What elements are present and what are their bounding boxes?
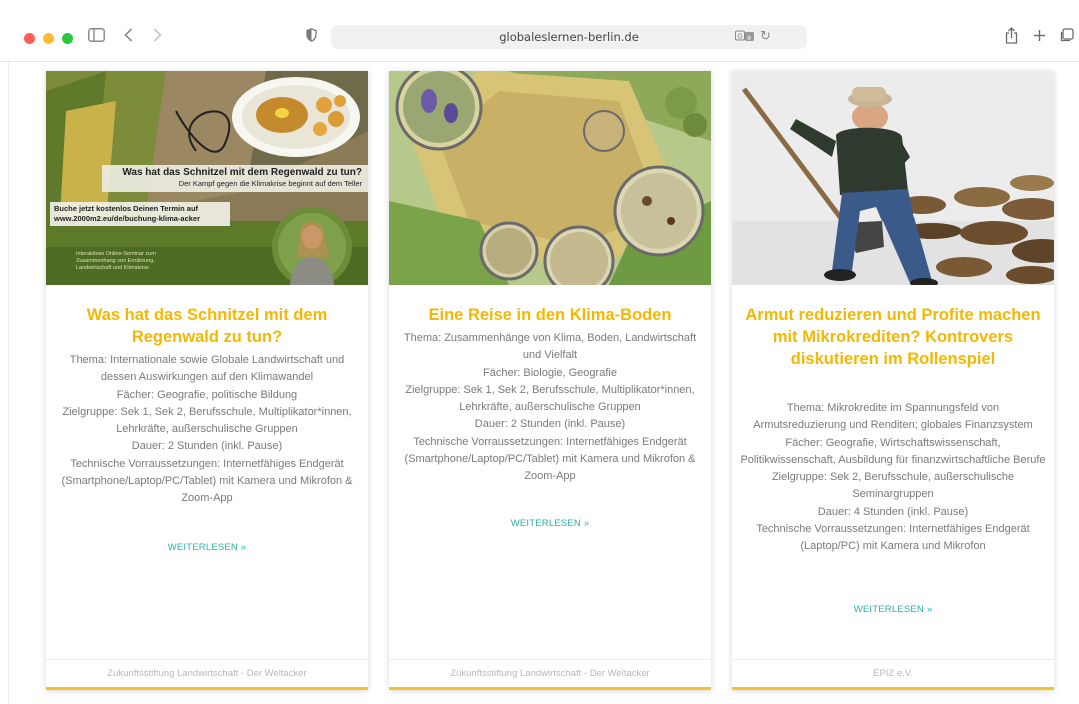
card-duration: Dauer: 4 Stunden (inkl. Pause) <box>817 505 969 518</box>
svg-text:G: G <box>737 33 742 41</box>
card-footer-provider: Zukunftsstiftung Landwirtschaft - Der We… <box>389 659 711 687</box>
card-description: Thema: Internationale sowie Globale Land… <box>54 352 360 508</box>
card-image-mikrokredite[interactable] <box>732 71 1054 285</box>
card-duration: Dauer: 2 Stunden (inkl. Pause) <box>474 418 626 431</box>
read-more-link[interactable]: WEITERLESEN » <box>389 518 711 529</box>
privacy-shield-icon[interactable] <box>304 24 318 46</box>
card-audience: Zielgruppe: Sek 2, Berufsschule, außersc… <box>771 471 1015 501</box>
card-description: Thema: Mikrokredite im Spannungsfeld von… <box>740 400 1046 556</box>
page-edge <box>8 62 9 704</box>
address-bar[interactable]: globaleslernen-berlin.de Ga ↻ <box>331 25 807 49</box>
card-footer-provider: EPIZ e.V. <box>732 659 1054 687</box>
card-title[interactable]: Was hat das Schnitzel mit dem Regenwald … <box>58 304 356 348</box>
translate-icon[interactable]: Ga <box>735 30 755 45</box>
zoom-window-button[interactable] <box>62 33 73 44</box>
image-headline: Was hat das Schnitzel mit dem Regenwald … <box>102 165 368 192</box>
reload-icon[interactable]: ↻ <box>760 28 771 44</box>
card-audience: Zielgruppe: Sek 1, Sek 2, Berufsschule, … <box>405 383 695 414</box>
card-footer-provider: Zukunftsstiftung Landwirtschaft - Der We… <box>46 659 368 687</box>
card-subjects: Fächer: Biologie, Geografie <box>483 366 617 379</box>
card-requirements: Technische Vorraussetzungen: Internetfäh… <box>61 457 353 505</box>
close-window-button[interactable] <box>24 33 35 44</box>
new-tab-icon[interactable] <box>1031 24 1047 46</box>
card-title[interactable]: Eine Reise in den Klima-Boden <box>401 304 699 326</box>
card-topic: Thema: Zusammenhänge von Klima, Boden, L… <box>403 332 697 362</box>
card-subjects: Fächer: Geografie, Wirtschaftswissenscha… <box>740 436 1046 466</box>
back-icon[interactable] <box>121 24 135 46</box>
card-requirements: Technische Vorraussetzungen: Internetfäh… <box>404 435 696 483</box>
window-controls <box>24 33 73 44</box>
card-audience: Zielgruppe: Sek 1, Sek 2, Berufsschule, … <box>62 405 352 436</box>
card-description: Thema: Zusammenhänge von Klima, Boden, L… <box>397 330 703 486</box>
read-more-link[interactable]: WEITERLESEN » <box>732 604 1054 615</box>
tab-overview-icon[interactable] <box>1058 24 1074 46</box>
minimize-window-button[interactable] <box>43 33 54 44</box>
card-topic: Thema: Mikrokredite im Spannungsfeld von… <box>753 402 1033 432</box>
svg-text:a: a <box>747 33 751 41</box>
share-icon[interactable] <box>1003 24 1019 46</box>
image-booking-note: Buche jetzt kostenlos Deinen Termin auf … <box>50 202 230 226</box>
card-duration: Dauer: 2 Stunden (inkl. Pause) <box>131 440 283 453</box>
card-requirements: Technische Vorraussetzungen: Internetfäh… <box>756 523 1030 553</box>
forward-icon[interactable] <box>150 24 164 46</box>
course-card-klima-boden: Eine Reise in den Klima-Boden Thema: Zus… <box>389 71 711 690</box>
course-card-mikrokredite: Armut reduzieren und Profite machen mit … <box>732 71 1054 690</box>
read-more-link[interactable]: WEITERLESEN » <box>46 542 368 553</box>
image-seminar-note: Interaktives Online-Seminar zum Zusammen… <box>76 251 156 271</box>
sidebar-icon[interactable] <box>86 24 106 46</box>
browser-toolbar: globaleslernen-berlin.de Ga ↻ <box>0 0 1079 62</box>
card-image-klima-boden[interactable] <box>389 71 711 285</box>
card-title[interactable]: Armut reduzieren und Profite machen mit … <box>744 304 1042 370</box>
card-subjects: Fächer: Geografie, politische Bildung <box>116 388 298 401</box>
course-card-schnitzel: Was hat das Schnitzel mit dem Regenwald … <box>46 71 368 690</box>
card-image-schnitzel[interactable]: Was hat das Schnitzel mit dem Regenwald … <box>46 71 368 285</box>
card-topic: Thema: Internationale sowie Globale Land… <box>69 354 345 384</box>
